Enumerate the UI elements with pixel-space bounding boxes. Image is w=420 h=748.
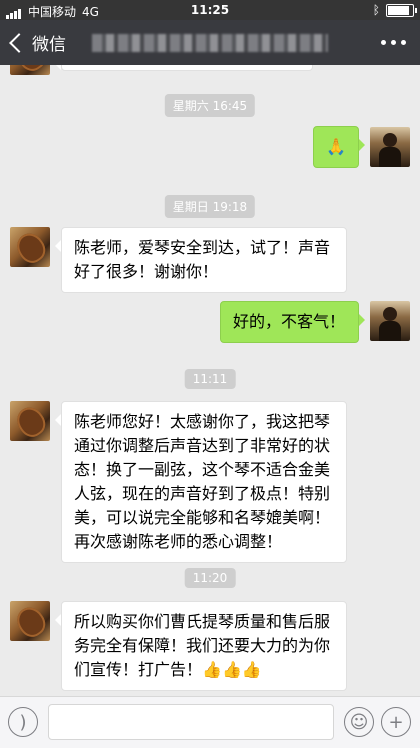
message-bubble-in[interactable]: 陈老师您好！太感谢你了，我这把琴通过你调整后声音达到了非常好的状态！换了一副弦，… (55, 401, 347, 563)
message-bubble-partial (55, 65, 313, 71)
thumbs-up-emoji: 👍👍👍 (202, 660, 262, 679)
input-bar: ) ☺ + (0, 696, 420, 748)
bluetooth-icon: ᛒ (372, 3, 380, 17)
chat-area[interactable]: 星期六 16:45 🙏 星期日 19:18 陈老师，爱琴安全到达，试了！声音好了… (0, 65, 420, 696)
nav-bar: 微信 (0, 20, 420, 65)
avatar[interactable] (10, 601, 50, 641)
timestamp: 星期六 16:45 (164, 94, 256, 117)
emoji-icon[interactable]: ☺ (344, 707, 374, 737)
chevron-left-icon (9, 32, 29, 53)
avatar-self[interactable] (370, 127, 410, 167)
back-button[interactable]: 微信 (8, 30, 66, 55)
avatar[interactable] (10, 65, 50, 75)
status-right: ᛒ (372, 3, 417, 17)
timestamp: 11:11 (184, 369, 236, 389)
back-label: 微信 (32, 35, 66, 55)
avatar[interactable] (10, 227, 50, 267)
message-input[interactable] (48, 704, 334, 740)
battery-icon (386, 3, 417, 17)
more-dots-icon[interactable] (381, 40, 406, 45)
timestamp: 11:20 (184, 568, 236, 588)
chat-title-blurred (92, 34, 328, 52)
avatar-self[interactable] (370, 301, 410, 341)
avatar[interactable] (10, 401, 50, 441)
message-bubble-out[interactable]: 🙏 (313, 126, 365, 168)
message-bubble-in[interactable]: 所以购买你们曹氏提琴质量和售后服务完全有保障！我们还要大力的为你们宣传！打广告！… (55, 601, 347, 691)
message-bubble-in[interactable]: 陈老师，爱琴安全到达，试了！声音好了很多！谢谢你！ (55, 227, 347, 293)
status-bar: 中国移动 4G 11:25 ᛒ (0, 0, 420, 20)
pray-emoji: 🙏 (326, 137, 346, 156)
timestamp: 星期日 19:18 (164, 195, 256, 218)
plus-icon[interactable]: + (381, 707, 411, 737)
message-bubble-out[interactable]: 好的，不客气！ (220, 301, 365, 343)
voice-icon[interactable]: ) (8, 707, 38, 737)
clock: 11:25 (190, 3, 230, 17)
